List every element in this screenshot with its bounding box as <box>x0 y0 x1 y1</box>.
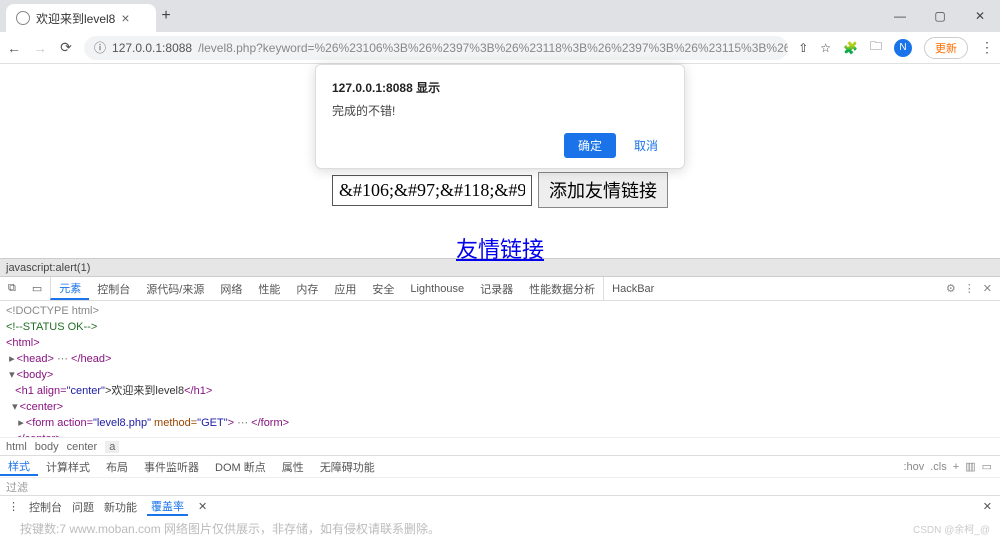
watermark: 按键数:7 www.moban.com 网络图片仅供展示，非存储，如有侵权请联系… <box>0 517 1000 539</box>
close-window-button[interactable]: ✕ <box>960 2 1000 30</box>
maximize-button[interactable]: ▢ <box>920 2 960 30</box>
tab-security[interactable]: 安全 <box>364 277 402 300</box>
dom-line: <html> <box>6 337 40 349</box>
back-button[interactable]: ← <box>6 40 22 56</box>
tab-hackbar[interactable]: HackBar <box>603 277 662 300</box>
devtools-close-icon[interactable]: ✕ <box>983 282 992 295</box>
friend-link[interactable]: 友情链接 <box>456 232 544 264</box>
tab-dombreak[interactable]: DOM 断点 <box>207 459 274 475</box>
filter-input[interactable]: 过滤 <box>0 477 1000 495</box>
drawer-tab[interactable]: 控制台 <box>29 499 62 515</box>
search-form: 添加友情链接 <box>332 172 668 208</box>
tab-console[interactable]: 控制台 <box>89 277 138 300</box>
bookmarks-list-icon[interactable]: 🗀 <box>870 37 882 58</box>
alert-dialog: 127.0.0.1:8088 显示 完成的不错! 确定 取消 <box>315 64 685 169</box>
url-path: /level8.php?keyword=%26%23106%3B%26%2397… <box>198 41 788 55</box>
new-tab-button[interactable]: + <box>156 7 176 25</box>
reload-button[interactable]: ⟳ <box>58 39 74 56</box>
address-bar: ← → ⟳ ⓘ 127.0.0.1:8088/level8.php?keywor… <box>0 32 1000 64</box>
extensions-icon[interactable]: 🧩 <box>843 41 858 55</box>
dialog-title: 127.0.0.1:8088 显示 <box>332 79 668 96</box>
devtools-settings-icon[interactable]: ⚙ <box>946 282 956 295</box>
crumb-item[interactable]: a <box>105 441 119 453</box>
devtools-more-icon[interactable]: ⋮ <box>964 282 975 295</box>
tab-props[interactable]: 属性 <box>274 459 312 475</box>
tab-elements[interactable]: 元素 <box>50 277 89 300</box>
tab-sources[interactable]: 源代码/来源 <box>138 277 212 300</box>
tab-favicon <box>16 11 30 25</box>
tab-memory[interactable]: 内存 <box>288 277 326 300</box>
page-content: 127.0.0.1:8088 显示 完成的不错! 确定 取消 添加友情链接 友情… <box>0 64 1000 258</box>
url-input[interactable]: ⓘ 127.0.0.1:8088/level8.php?keyword=%26%… <box>84 36 788 60</box>
crumb-item[interactable]: center <box>67 441 98 453</box>
device-icon[interactable]: ▭ <box>24 277 50 300</box>
drawer-tab-close[interactable]: ✕ <box>198 500 207 513</box>
profile-avatar[interactable]: N <box>894 39 912 57</box>
toolbar-right: ⇧ ☆ 🧩 🗀 N 更新 ⋮ <box>798 37 994 59</box>
drawer-menu-icon[interactable]: ⋮ <box>8 500 19 513</box>
cls-toggle[interactable]: .cls <box>930 461 947 473</box>
drawer-tab[interactable]: 新功能 <box>104 499 137 515</box>
dom-line: <body> <box>17 369 54 381</box>
keyword-input[interactable] <box>332 175 532 206</box>
crumb-item[interactable]: body <box>35 441 59 453</box>
drawer-tab[interactable]: 问题 <box>72 499 94 515</box>
devtools: ⧉ ▭ 元素 控制台 源代码/来源 网络 性能 内存 应用 安全 Lightho… <box>0 276 1000 517</box>
crumb-item[interactable]: html <box>6 441 27 453</box>
dom-line: <head> <box>17 353 54 365</box>
dom-tree[interactable]: <!DOCTYPE html> <!--STATUS OK--> <html> … <box>0 301 1000 437</box>
watermark-text: 按键数:7 www.moban.com 网络图片仅供展示，非存储，如有侵权请联系… <box>20 520 440 537</box>
tab-close-icon[interactable]: × <box>121 10 129 26</box>
share-icon[interactable]: ⇧ <box>798 41 808 55</box>
styles-more-icon[interactable]: ▭ <box>982 460 992 473</box>
tab-layout[interactable]: 布局 <box>98 459 136 475</box>
bookmark-icon[interactable]: ☆ <box>820 41 831 55</box>
styles-layout-icon[interactable]: ▥ <box>965 460 975 473</box>
ok-button[interactable]: 确定 <box>564 133 616 158</box>
console-drawer: ⋮ 控制台 问题 新功能 覆盖率 ✕ ✕ <box>0 495 1000 517</box>
inspect-icon[interactable]: ⧉ <box>0 277 24 300</box>
forward-button[interactable]: → <box>32 40 48 56</box>
watermark-right: CSDN @余柯_@ <box>913 521 990 536</box>
tab-styles[interactable]: 样式 <box>0 458 38 476</box>
tab-lighthouse[interactable]: Lighthouse <box>402 277 472 300</box>
window-controls: — ▢ ✕ <box>880 2 1000 30</box>
cancel-button[interactable]: 取消 <box>624 133 668 158</box>
submit-button[interactable]: 添加友情链接 <box>538 172 668 208</box>
tab-title: 欢迎来到level8 <box>36 10 115 27</box>
tab-network[interactable]: 网络 <box>212 277 250 300</box>
tab-computed[interactable]: 计算样式 <box>38 459 98 475</box>
dom-line: <!DOCTYPE html> <box>6 305 99 317</box>
tab-listeners[interactable]: 事件监听器 <box>136 459 207 475</box>
dom-line: <!--STATUS OK--> <box>6 321 97 333</box>
devtools-tabs: ⧉ ▭ 元素 控制台 源代码/来源 网络 性能 内存 应用 安全 Lightho… <box>0 277 1000 301</box>
tab-performance[interactable]: 性能 <box>250 277 288 300</box>
breadcrumb: html body center a <box>0 437 1000 455</box>
dialog-message: 完成的不错! <box>332 102 668 119</box>
minimize-button[interactable]: — <box>880 2 920 30</box>
menu-button[interactable]: ⋮ <box>980 39 994 56</box>
tab-a11y[interactable]: 无障碍功能 <box>312 459 383 475</box>
add-style[interactable]: + <box>953 461 959 473</box>
titlebar: 欢迎来到level8 × + — ▢ ✕ <box>0 0 1000 32</box>
url-host: 127.0.0.1:8088 <box>112 41 192 55</box>
hov-toggle[interactable]: :hov <box>903 461 924 473</box>
tab-application[interactable]: 应用 <box>326 277 364 300</box>
styles-tabs: 样式 计算样式 布局 事件监听器 DOM 断点 属性 无障碍功能 :hov .c… <box>0 455 1000 477</box>
update-button[interactable]: 更新 <box>924 37 968 59</box>
site-info-icon[interactable]: ⓘ <box>94 39 106 56</box>
drawer-tab-coverage[interactable]: 覆盖率 <box>147 498 188 516</box>
browser-tab[interactable]: 欢迎来到level8 × <box>6 4 156 32</box>
tab-perfinsights[interactable]: 性能数据分析 <box>521 277 603 300</box>
tab-recorder[interactable]: 记录器 <box>472 277 521 300</box>
drawer-close-icon[interactable]: ✕ <box>983 500 992 513</box>
